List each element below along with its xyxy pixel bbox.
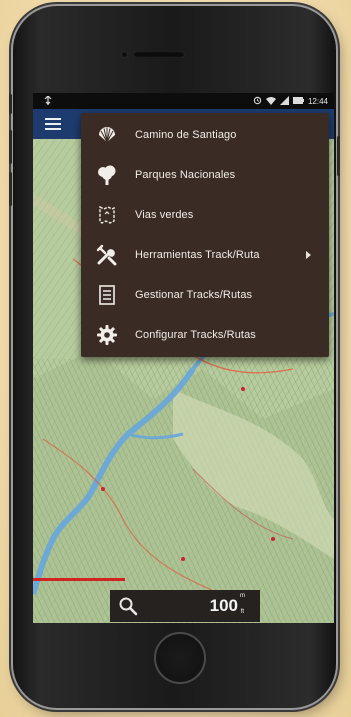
mute-switch xyxy=(9,94,12,114)
status-bar: 12:44 xyxy=(33,93,334,109)
green-route-icon xyxy=(95,203,119,227)
menu-item-camino-de-santiago[interactable]: Camino de Santiago xyxy=(81,115,329,155)
app-screen: 12:44 Camino de Santiago Parques Naciona… xyxy=(33,93,334,623)
submenu-arrow-icon xyxy=(306,251,311,259)
scallop-shell-icon xyxy=(95,123,119,147)
volume-up-button xyxy=(9,130,12,164)
earpiece-speaker xyxy=(133,51,185,58)
alarm-icon xyxy=(253,96,262,107)
menu-item-label: Vias verdes xyxy=(135,209,194,221)
menu-item-label: Herramientas Track/Ruta xyxy=(135,249,260,261)
scale-value: 100 xyxy=(209,596,238,615)
menu-item-herramientas[interactable]: Herramientas Track/Ruta xyxy=(81,235,329,275)
battery-icon xyxy=(292,97,304,106)
scale-unit-top: m xyxy=(240,593,245,599)
search-icon[interactable] xyxy=(118,596,138,616)
usb-icon xyxy=(43,95,53,108)
menu-item-gestionar[interactable]: Gestionar Tracks/Rutas xyxy=(81,275,329,315)
list-document-icon xyxy=(95,283,119,307)
menu-item-label: Gestionar Tracks/Rutas xyxy=(135,289,253,301)
map-scale-bar xyxy=(33,578,125,581)
tree-icon xyxy=(95,163,119,187)
front-camera xyxy=(121,51,128,58)
menu-item-label: Parques Nacionales xyxy=(135,169,236,181)
bottom-panel: 100 m ft xyxy=(110,590,260,622)
gear-icon xyxy=(95,323,119,347)
menu-item-configurar[interactable]: Configurar Tracks/Rutas xyxy=(81,315,329,355)
menu-item-label: Configurar Tracks/Rutas xyxy=(135,329,256,341)
menu-item-vias-verdes[interactable]: Vias verdes xyxy=(81,195,329,235)
menu-item-label: Camino de Santiago xyxy=(135,129,237,141)
status-time: 12:44 xyxy=(307,97,328,106)
wifi-icon xyxy=(265,96,276,107)
volume-down-button xyxy=(9,172,12,206)
overflow-menu: Camino de Santiago Parques Nacionales Vi… xyxy=(81,113,329,357)
tools-icon xyxy=(95,243,119,267)
scale-unit-bottom: ft xyxy=(240,609,244,615)
home-button[interactable] xyxy=(154,632,206,684)
menu-item-parques-nacionales[interactable]: Parques Nacionales xyxy=(81,155,329,195)
hamburger-menu-icon[interactable] xyxy=(45,118,61,130)
signal-icon xyxy=(279,96,289,107)
power-button xyxy=(337,136,340,176)
